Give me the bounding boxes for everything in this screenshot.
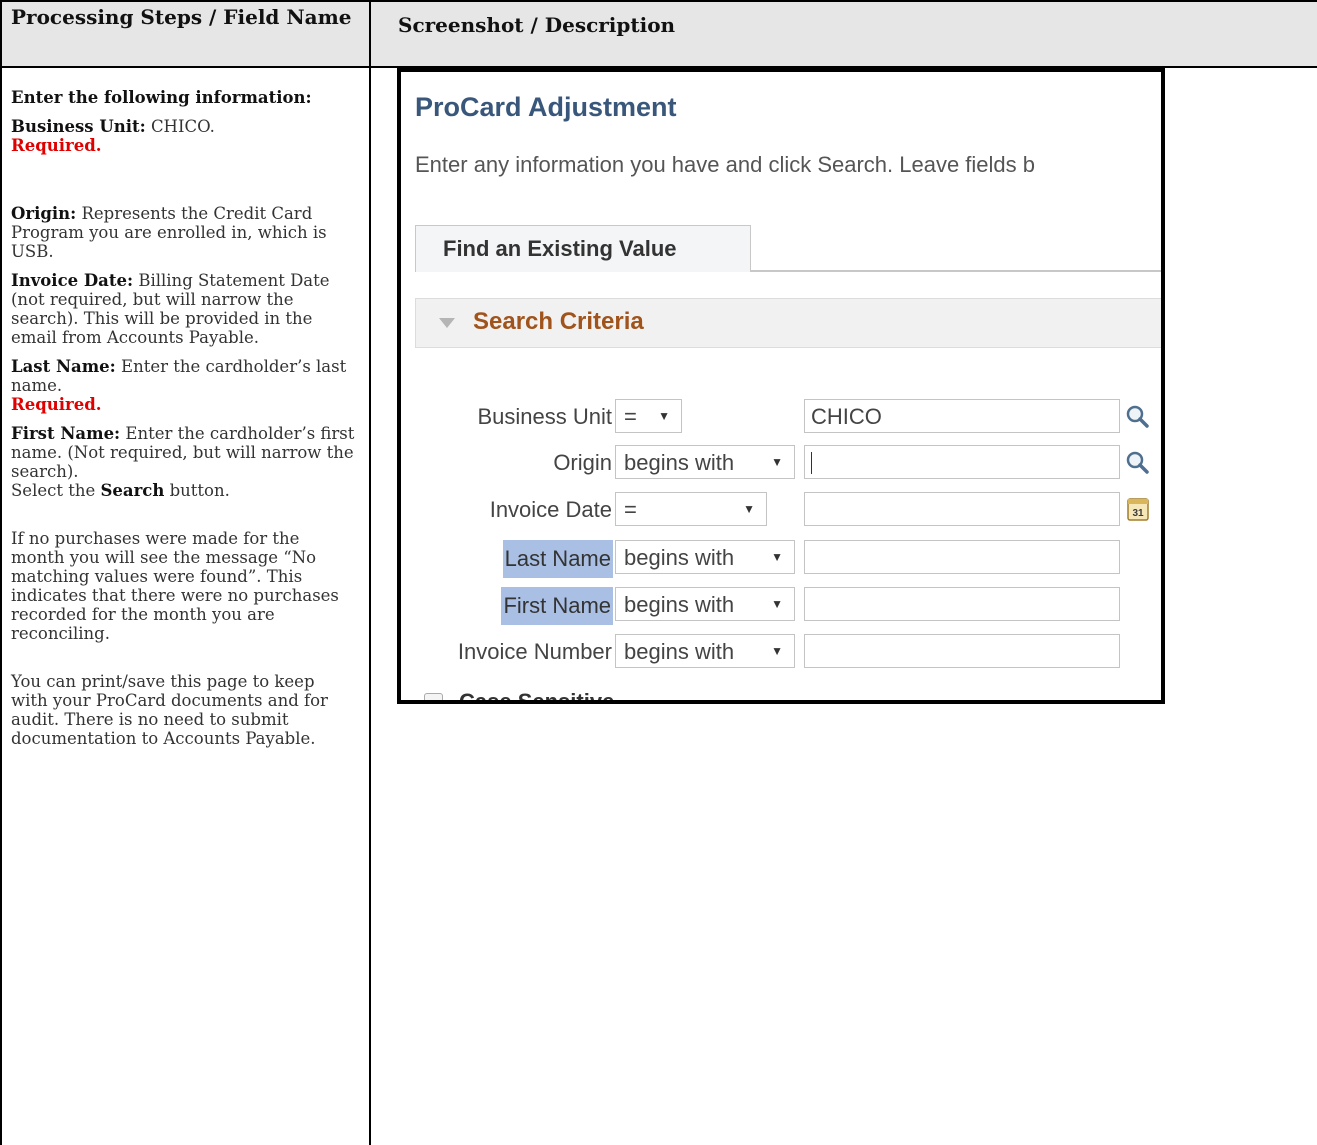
tab-label: Find an Existing Value xyxy=(443,236,677,261)
field-row-last-name: Last Name begins with ▼ xyxy=(401,540,1161,578)
business-unit-text: CHICO. xyxy=(150,117,215,136)
invoice-number-operator-select[interactable]: begins with ▼ xyxy=(615,634,795,668)
case-sensitive-label: Case Sensitive xyxy=(459,689,615,704)
origin-operator-select[interactable]: begins with ▼ xyxy=(615,445,795,479)
header-right-label: Screenshot / Description xyxy=(398,13,676,37)
search-criteria-label: Search Criteria xyxy=(473,308,644,335)
last-name-paragraph: Last Name: Enter the cardholder’s last n… xyxy=(11,357,356,414)
collapse-triangle-icon[interactable] xyxy=(439,318,455,328)
business-unit-input[interactable]: CHICO xyxy=(804,399,1120,433)
search-word: Search xyxy=(100,481,165,500)
invoice-date-operator-select[interactable]: = ▼ xyxy=(615,492,767,526)
tab-find-existing-value[interactable]: Find an Existing Value xyxy=(415,225,751,272)
first-name-label: First Name: xyxy=(11,424,121,443)
magnifier-icon[interactable] xyxy=(1125,404,1151,430)
origin-paragraph: Origin: Represents the Credit Card Progr… xyxy=(11,204,356,261)
first-name-operator-select[interactable]: begins with ▼ xyxy=(615,587,795,621)
calendar-icon[interactable]: 31 xyxy=(1127,496,1149,522)
dropdown-arrow-icon: ▼ xyxy=(743,502,755,516)
business-unit-operator-select[interactable]: = ▼ xyxy=(615,399,682,433)
table-header-left: Processing Steps / Field Name xyxy=(0,0,369,66)
table-header-right: Screenshot / Description xyxy=(370,0,1317,66)
intro-paragraph: Enter the following information: xyxy=(11,88,312,107)
origin-label: Origin: xyxy=(11,204,77,223)
procard-adjustment-screenshot: ProCard Adjustment Enter any information… xyxy=(397,68,1165,704)
invoice-date-field-label: Invoice Date xyxy=(489,497,612,522)
table-left-border xyxy=(0,0,2,1145)
last-name-field-label: Last Name xyxy=(502,540,613,578)
table-top-border xyxy=(0,0,1317,2)
business-unit-field-label: Business Unit xyxy=(477,404,612,429)
field-row-origin: Origin begins with ▼ xyxy=(401,445,1161,483)
field-row-invoice-number: Invoice Number begins with ▼ xyxy=(401,634,1161,672)
page-title: ProCard Adjustment xyxy=(415,92,677,122)
no-purchases-paragraph: If no purchases were made for the month … xyxy=(11,529,339,643)
first-name-paragraph: First Name: Enter the cardholder’s first… xyxy=(11,424,356,500)
magnifier-icon[interactable] xyxy=(1125,450,1151,476)
required-note: Required. xyxy=(11,136,102,155)
field-row-business-unit: Business Unit = ▼ CHICO xyxy=(401,399,1161,437)
first-name-input[interactable] xyxy=(804,587,1120,621)
business-unit-label: Business Unit: xyxy=(11,117,146,136)
dropdown-arrow-icon: ▼ xyxy=(771,550,783,564)
search-criteria-header[interactable]: Search Criteria xyxy=(415,298,1161,348)
search-instruction: Enter any information you have and click… xyxy=(415,152,1036,177)
print-paragraph: You can print/save this page to keep wit… xyxy=(11,672,328,748)
invoice-number-input[interactable] xyxy=(804,634,1120,668)
required-note: Required. xyxy=(11,395,102,414)
business-unit-paragraph: Business Unit: CHICO. Required. xyxy=(11,117,356,155)
invoice-date-paragraph: Invoice Date: Billing Statement Date (no… xyxy=(11,271,356,347)
case-sensitive-checkbox[interactable] xyxy=(424,693,443,700)
select-suffix: button. xyxy=(169,481,230,500)
text-caret xyxy=(811,452,812,474)
origin-field-label: Origin xyxy=(553,450,612,475)
table-column-divider xyxy=(369,0,371,1145)
invoice-date-input[interactable] xyxy=(804,492,1120,526)
field-row-invoice-date: Invoice Date = ▼ 31 xyxy=(401,492,1161,530)
dropdown-arrow-icon: ▼ xyxy=(658,409,670,423)
last-name-operator-select[interactable]: begins with ▼ xyxy=(615,540,795,574)
dropdown-arrow-icon: ▼ xyxy=(771,644,783,658)
dropdown-arrow-icon: ▼ xyxy=(771,455,783,469)
header-left-label: Processing Steps / Field Name xyxy=(11,5,352,29)
select-prefix: Select the xyxy=(11,481,96,500)
dropdown-arrow-icon: ▼ xyxy=(771,597,783,611)
svg-text:31: 31 xyxy=(1132,508,1144,519)
invoice-number-field-label: Invoice Number xyxy=(457,639,612,664)
last-name-input[interactable] xyxy=(804,540,1120,574)
processing-steps-cell: Enter the following information: Busines… xyxy=(11,88,356,758)
first-name-field-label: First Name xyxy=(501,587,613,625)
origin-input[interactable] xyxy=(804,445,1120,479)
last-name-label: Last Name: xyxy=(11,357,116,376)
invoice-date-label: Invoice Date: xyxy=(11,271,134,290)
field-row-first-name: First Name begins with ▼ xyxy=(401,587,1161,625)
